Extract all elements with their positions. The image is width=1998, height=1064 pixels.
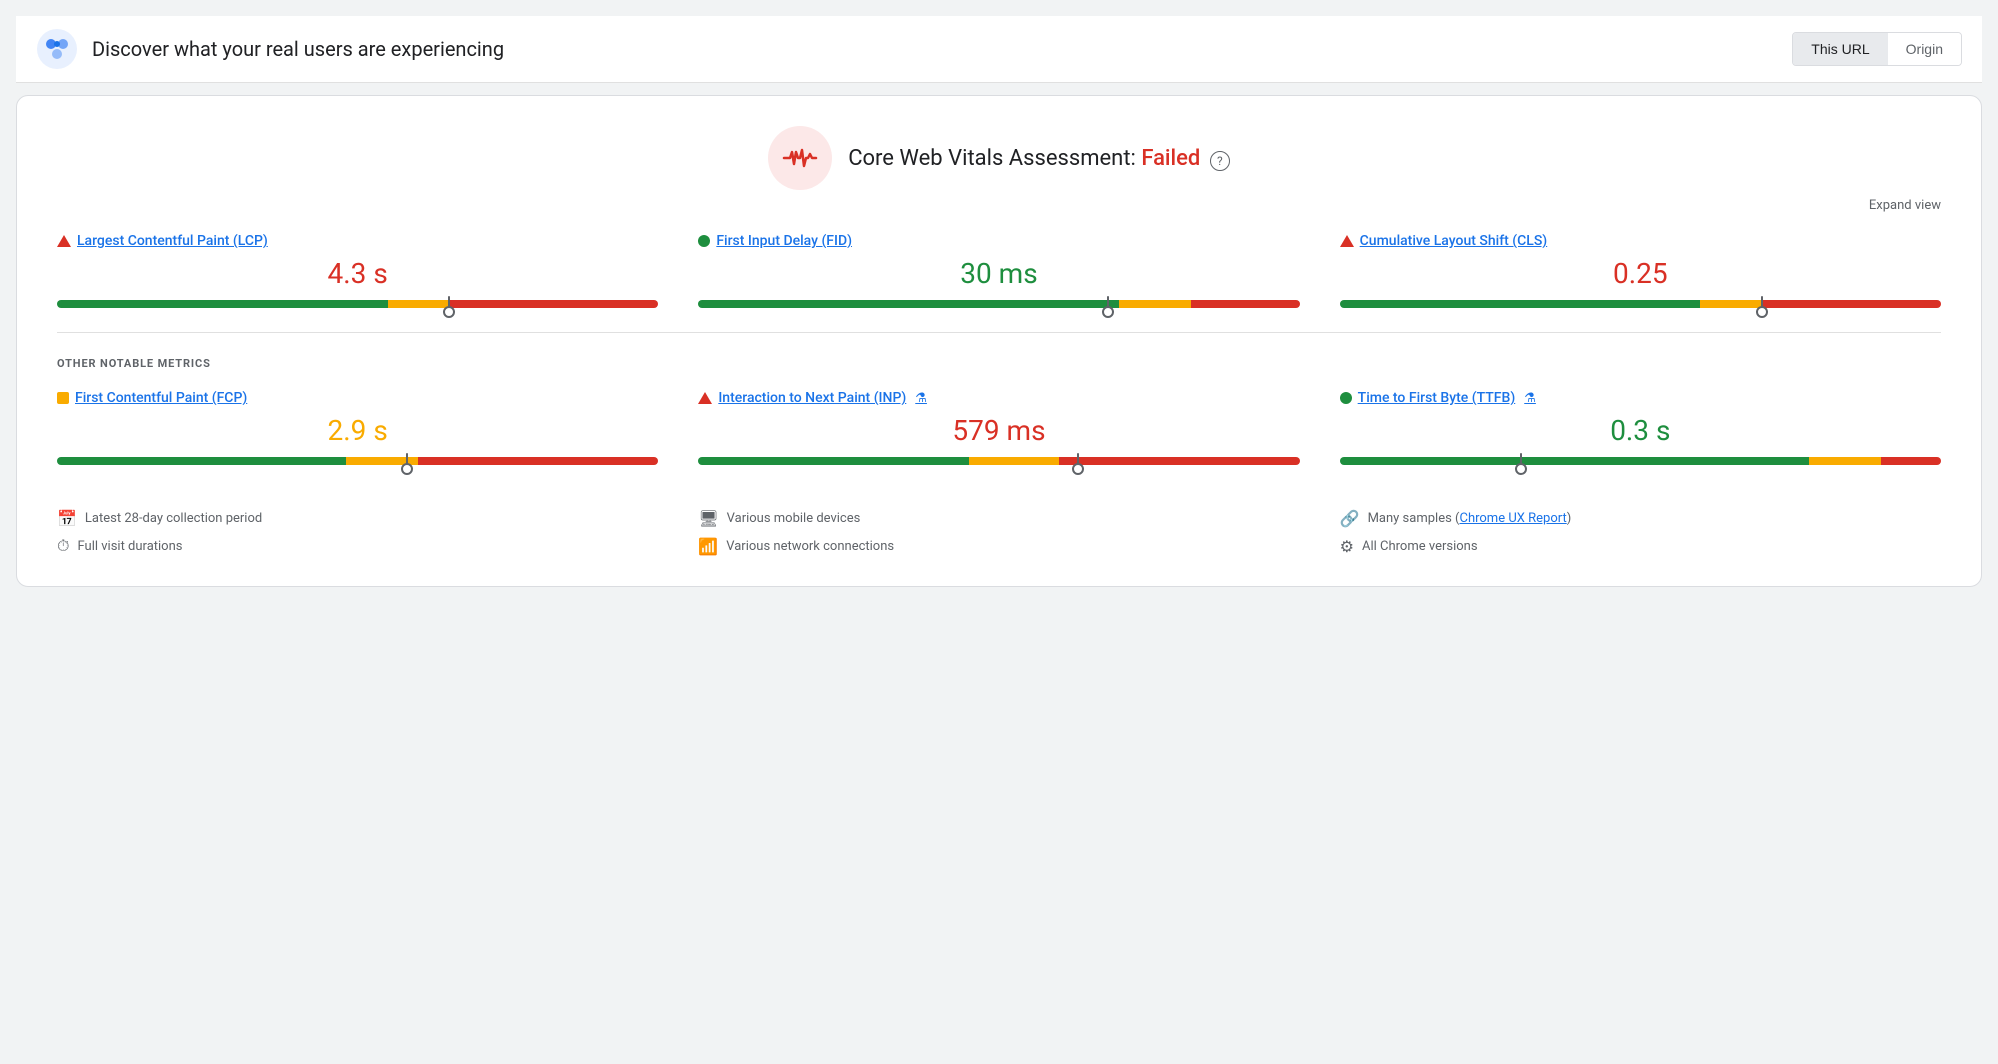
metric-fcp: First Contentful Paint (FCP) 2.9 s xyxy=(57,390,658,465)
assessment-title: Core Web Vitals Assessment: Failed ? xyxy=(848,146,1230,171)
page-header: Discover what your real users are experi… xyxy=(16,16,1982,83)
progress-bar-fid xyxy=(698,300,1299,308)
header-left: Discover what your real users are experi… xyxy=(36,28,504,70)
progress-bar-fcp xyxy=(57,457,658,465)
metric-fid: First Input Delay (FID) 30 ms xyxy=(698,233,1299,308)
core-vitals-grid: Largest Contentful Paint (LCP) 4.3 s xyxy=(57,233,1941,308)
metric-label-fcp[interactable]: First Contentful Paint (FCP) xyxy=(57,390,658,406)
footer-icon-chrome: ⚙ xyxy=(1340,537,1354,556)
metric-label-ttfb[interactable]: Time to First Byte (TTFB)⚗ xyxy=(1340,390,1941,406)
assessment-icon xyxy=(768,126,832,190)
this-url-button[interactable]: This URL xyxy=(1793,33,1887,65)
footer-info: 📅 Latest 28-day collection period 🖥 Vari… xyxy=(57,493,1941,556)
metric-value-cls: 0.25 xyxy=(1340,257,1941,290)
progress-bar-inp xyxy=(698,457,1299,465)
footer-text-chrome: All Chrome versions xyxy=(1362,539,1478,554)
footer-item-samples: 🔗 Many samples (Chrome UX Report) xyxy=(1340,509,1941,528)
section-divider xyxy=(57,332,1941,333)
progress-marker-cls xyxy=(1761,296,1763,312)
progress-bar-ttfb xyxy=(1340,457,1941,465)
flask-icon: ⚗ xyxy=(915,391,927,406)
footer-text-collection: Latest 28-day collection period xyxy=(85,511,262,526)
footer-text-devices: Various mobile devices xyxy=(727,511,861,526)
footer-item-chrome: ⚙ All Chrome versions xyxy=(1340,536,1941,556)
metric-value-inp: 579 ms xyxy=(698,414,1299,447)
waveform-icon xyxy=(782,140,818,176)
assessment-info-button[interactable]: ? xyxy=(1210,151,1230,171)
progress-marker-inp xyxy=(1077,453,1079,469)
footer-text-visit: Full visit durations xyxy=(77,539,182,554)
footer-item-network: 📶 Various network connections xyxy=(698,536,1299,556)
other-metrics-label: OTHER NOTABLE METRICS xyxy=(57,357,1941,370)
metric-value-ttfb: 0.3 s xyxy=(1340,414,1941,447)
origin-button[interactable]: Origin xyxy=(1888,33,1961,65)
metric-label-fid[interactable]: First Input Delay (FID) xyxy=(698,233,1299,249)
main-card: Core Web Vitals Assessment: Failed ? Exp… xyxy=(16,95,1982,587)
flask-icon: ⚗ xyxy=(1524,391,1536,406)
progress-marker-fid xyxy=(1107,296,1109,312)
metric-value-lcp: 4.3 s xyxy=(57,257,658,290)
assessment-header: Core Web Vitals Assessment: Failed ? xyxy=(57,126,1941,190)
metric-label-inp[interactable]: Interaction to Next Paint (INP)⚗ xyxy=(698,390,1299,406)
header-title: Discover what your real users are experi… xyxy=(92,37,504,61)
footer-item-devices: 🖥 Various mobile devices xyxy=(698,509,1299,528)
metric-ttfb: Time to First Byte (TTFB)⚗ 0.3 s xyxy=(1340,390,1941,465)
footer-text-samples: Many samples (Chrome UX Report) xyxy=(1368,511,1572,526)
url-origin-toggle[interactable]: This URL Origin xyxy=(1792,32,1962,66)
footer-item-collection: 📅 Latest 28-day collection period xyxy=(57,509,658,528)
progress-marker-fcp xyxy=(406,453,408,469)
footer-item-visit: ⏱ Full visit durations xyxy=(57,536,658,556)
metric-lcp: Largest Contentful Paint (LCP) 4.3 s xyxy=(57,233,658,308)
metric-value-fcp: 2.9 s xyxy=(57,414,658,447)
footer-icon-samples: 🔗 xyxy=(1340,509,1360,528)
assessment-text: Core Web Vitals Assessment: Failed ? xyxy=(848,146,1230,171)
progress-marker-lcp xyxy=(448,296,450,312)
metric-value-fid: 30 ms xyxy=(698,257,1299,290)
footer-icon-network: 📶 xyxy=(698,537,718,556)
metric-label-lcp[interactable]: Largest Contentful Paint (LCP) xyxy=(57,233,658,249)
progress-bar-cls xyxy=(1340,300,1941,308)
expand-view-button[interactable]: Expand view xyxy=(57,198,1941,213)
progress-marker-ttfb xyxy=(1520,453,1522,469)
metric-inp: Interaction to Next Paint (INP)⚗ 579 ms xyxy=(698,390,1299,465)
logo-icon xyxy=(36,28,78,70)
metric-cls: Cumulative Layout Shift (CLS) 0.25 xyxy=(1340,233,1941,308)
metric-label-cls[interactable]: Cumulative Layout Shift (CLS) xyxy=(1340,233,1941,249)
chrome-ux-link[interactable]: Chrome UX Report xyxy=(1459,511,1566,526)
footer-text-network: Various network connections xyxy=(726,539,894,554)
footer-icon-collection: 📅 xyxy=(57,509,77,528)
footer-icon-devices: 🖥 xyxy=(698,509,718,528)
progress-bar-lcp xyxy=(57,300,658,308)
footer-icon-visit: ⏱ xyxy=(57,536,69,556)
other-metrics-grid: First Contentful Paint (FCP) 2.9 s xyxy=(57,390,1941,465)
